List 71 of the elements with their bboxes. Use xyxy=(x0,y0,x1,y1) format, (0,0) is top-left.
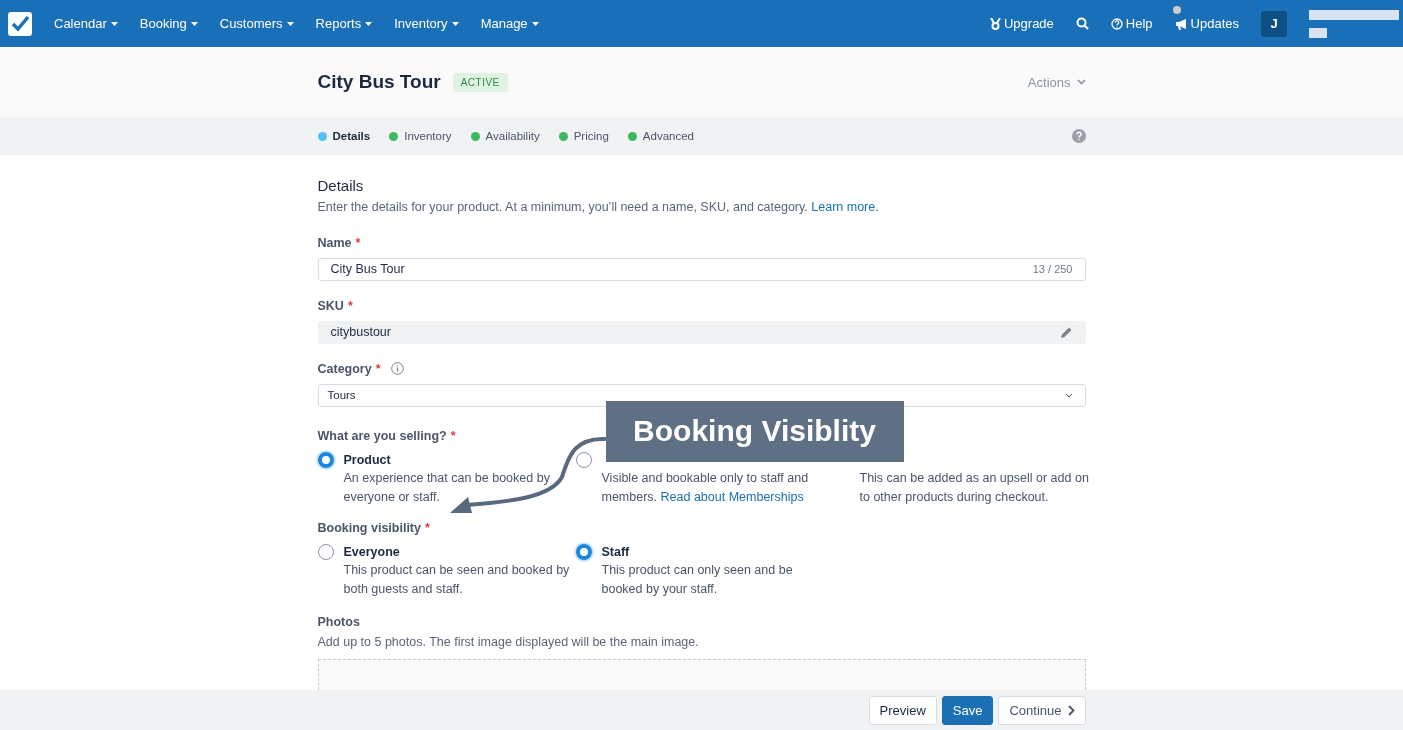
field-label: SKU xyxy=(317,298,344,313)
option-description: This product can only seen and be booked by your staff. xyxy=(601,561,794,598)
notification-dot xyxy=(1172,6,1181,14)
field-label: Name xyxy=(317,236,352,250)
option-description: This can be added as an upsell or add on to other products during checkout. xyxy=(859,469,1090,506)
annotation-label: Booking Visiblity xyxy=(605,400,904,462)
section-intro: Enter the details for your product. At a minimum, you’ll need a name, SKU, and category. Learn more. xyxy=(317,200,880,214)
logo-icon[interactable] xyxy=(8,11,32,36)
required-mark: * xyxy=(450,428,456,443)
caret-icon xyxy=(110,21,118,26)
product-title: City Bus Tour xyxy=(317,71,441,93)
section-title: Details xyxy=(317,177,365,194)
chevron-right-icon xyxy=(1067,704,1075,716)
caret-icon xyxy=(531,21,539,26)
option-title: Everyone xyxy=(343,544,401,559)
updates-link[interactable]: Updates xyxy=(1174,16,1239,31)
option-description: Visible and bookable only to staff and members. Read about Memberships xyxy=(601,469,810,506)
help-icon[interactable] xyxy=(1071,129,1086,143)
field-label: What are you selling? xyxy=(317,428,447,443)
field-label: Category xyxy=(317,361,372,376)
chevron-icon xyxy=(1076,79,1086,85)
user-avatar[interactable]: J xyxy=(1261,10,1287,37)
name-field[interactable]: City Bus Tour 13 / 250 xyxy=(317,258,1086,281)
nav-menu[interactable]: Inventory xyxy=(394,16,459,31)
field-label: Photos xyxy=(317,614,360,629)
actions-menu[interactable]: Actions xyxy=(1027,74,1086,90)
nav-menu[interactable]: Reports xyxy=(315,16,373,31)
field-hint: Add up to 5 photos. The first image displayed will be the main image. xyxy=(317,634,700,649)
step-tab[interactable]: Inventory xyxy=(389,130,452,142)
pencil-icon[interactable] xyxy=(1059,325,1073,339)
preview-button[interactable]: Preview xyxy=(868,695,937,725)
caret-icon xyxy=(451,21,459,26)
nav-menu[interactable]: Manage xyxy=(480,16,539,31)
required-mark: * xyxy=(425,520,430,535)
step-tab[interactable]: Pricing xyxy=(558,130,609,142)
caret-icon xyxy=(190,21,198,26)
required-mark: * xyxy=(375,361,381,376)
memberships-link[interactable]: Read about Memberships xyxy=(660,489,804,504)
caret-icon xyxy=(286,21,294,26)
radio-button[interactable] xyxy=(317,451,334,468)
caret-icon xyxy=(365,21,373,26)
megaphone-icon xyxy=(1174,17,1188,30)
required-mark: * xyxy=(355,236,361,250)
sku-field[interactable]: citybustour xyxy=(317,320,1086,344)
character-count: 13 / 250 xyxy=(1032,263,1073,276)
medal-icon xyxy=(989,17,1001,30)
info-icon[interactable] xyxy=(390,362,404,376)
search-icon[interactable] xyxy=(1075,17,1089,30)
radio-button[interactable] xyxy=(575,543,592,560)
option-description: This product can be seen and booked by both guests and staff. xyxy=(343,561,571,598)
radio-button[interactable] xyxy=(317,543,334,560)
save-button[interactable]: Save xyxy=(941,695,994,725)
category-select[interactable]: Tours xyxy=(317,383,1086,407)
required-mark: * xyxy=(347,298,353,313)
option-title: Staff xyxy=(601,544,631,559)
nav-menu[interactable]: Customers xyxy=(219,16,294,31)
radio-button[interactable] xyxy=(575,451,592,468)
nav-menu[interactable]: Calendar xyxy=(54,16,118,31)
field-label: Booking visibility xyxy=(317,520,421,535)
continue-button[interactable]: Continue xyxy=(998,695,1086,725)
status-badge: ACTIVE xyxy=(452,72,508,92)
option-description: An experience that can be booked by everyone or staff. xyxy=(343,469,551,506)
option-title: Product xyxy=(343,452,392,467)
nav-menu[interactable]: Booking xyxy=(139,16,198,31)
step-tab[interactable]: Availability xyxy=(470,130,540,142)
chevron-icon xyxy=(1064,392,1073,398)
help-icon xyxy=(1110,17,1123,30)
help-link[interactable]: Help xyxy=(1110,16,1153,31)
step-tab[interactable]: Details xyxy=(317,130,371,142)
upgrade-link[interactable]: Upgrade xyxy=(989,16,1054,31)
step-tab[interactable]: Advanced xyxy=(627,130,694,142)
